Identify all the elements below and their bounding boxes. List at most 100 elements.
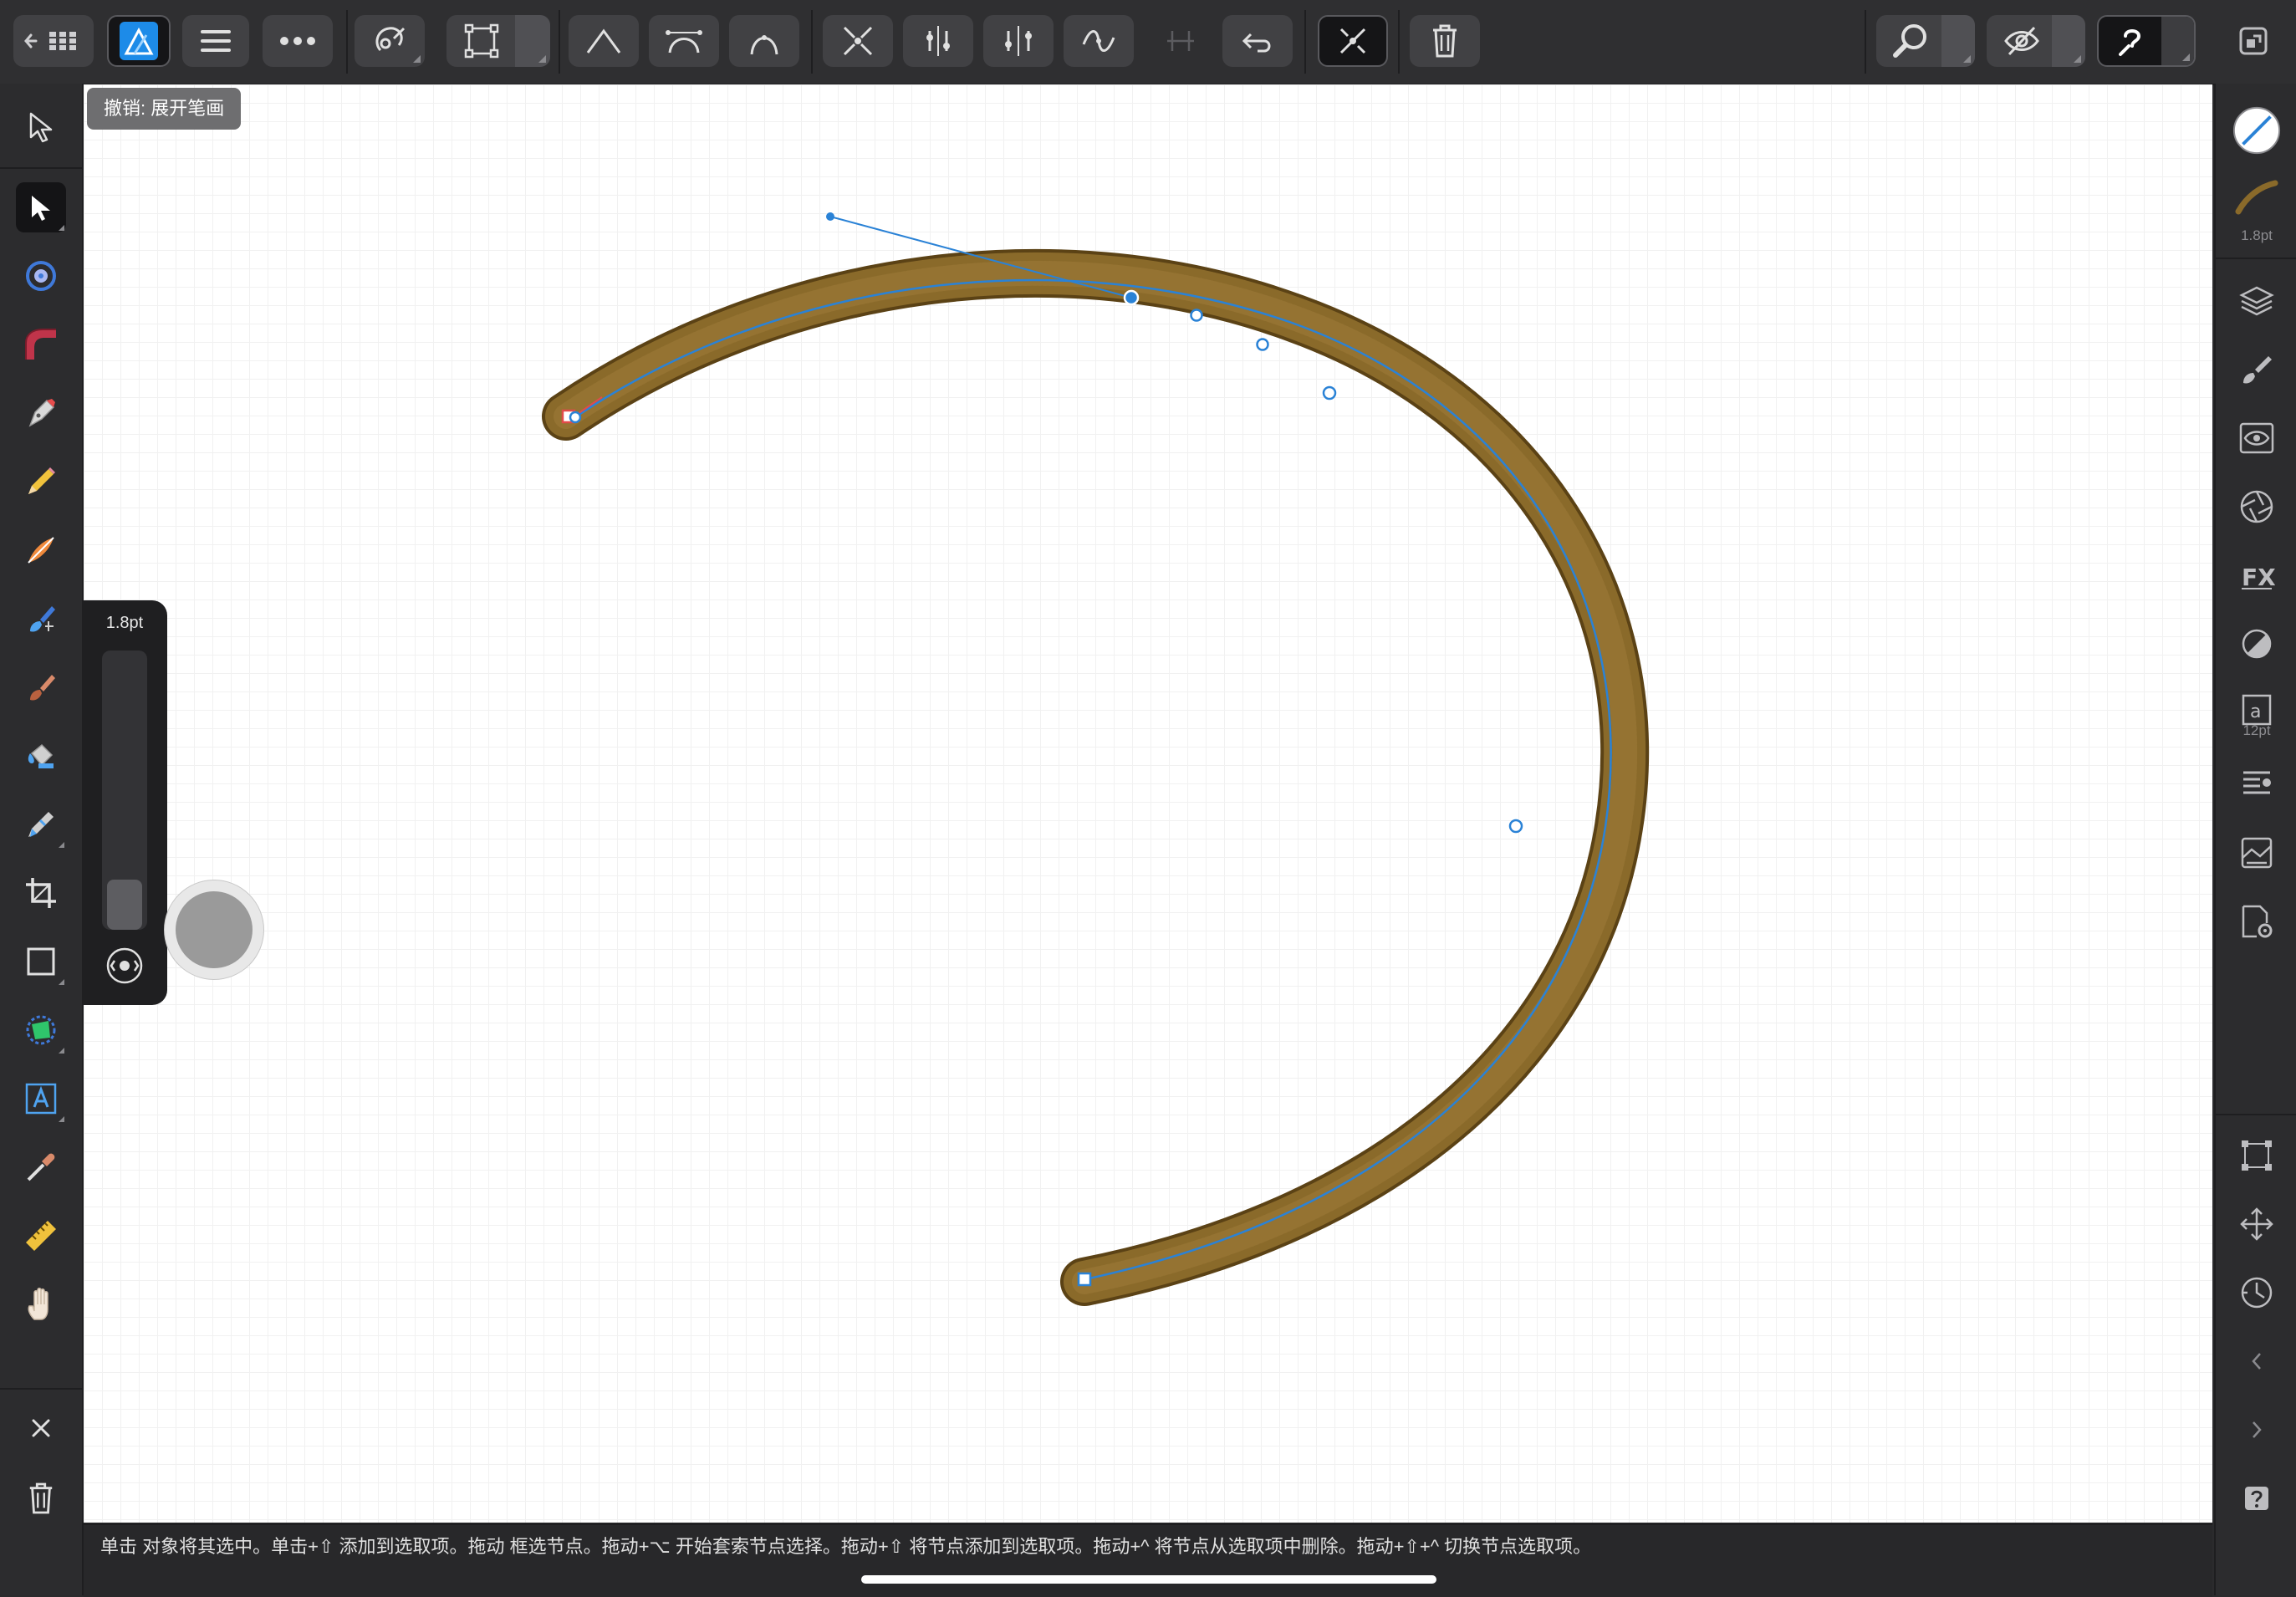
document-panel-button[interactable] [2232, 896, 2282, 946]
align-nodes-button[interactable] [903, 15, 973, 67]
delete-node-button[interactable] [1410, 15, 1480, 67]
join-curves-icon [1167, 31, 1194, 51]
fullscreen-button[interactable] [2226, 15, 2281, 67]
pixel-brush-tool[interactable] [16, 594, 66, 644]
stroke-brush-icon [2235, 180, 2278, 215]
move-panel-button[interactable] [2232, 1199, 2282, 1249]
color-panel-button[interactable] [2232, 105, 2282, 156]
corner-tool[interactable] [16, 251, 66, 301]
brush-size-label: 1.8pt [105, 614, 144, 632]
text-tool[interactable] [16, 1074, 66, 1124]
pencil-tool[interactable] [16, 457, 66, 507]
menu-button[interactable] [182, 15, 249, 67]
back-to-documents-icon [24, 32, 76, 50]
help-panel-button[interactable] [2232, 1473, 2282, 1523]
tools-panel [0, 84, 84, 1595]
gradient-panel-button[interactable] [2232, 619, 2282, 669]
effects-panel-button[interactable] [2232, 413, 2282, 463]
selected-node [1123, 289, 1140, 306]
join-curves-button [1145, 15, 1216, 67]
zoom-icon [1893, 24, 1926, 58]
document-canvas[interactable]: 撤销: 展开笔画 [84, 84, 2212, 1523]
context-close-button[interactable] [16, 1403, 66, 1453]
stroke-panel-button[interactable] [2232, 172, 2282, 222]
brush-size-slider[interactable] [102, 651, 147, 930]
fill-tool[interactable] [16, 731, 66, 781]
transparency-tool[interactable] [16, 799, 66, 850]
brushes-panel-button[interactable] [2232, 344, 2282, 395]
hand-tool[interactable] [16, 1279, 66, 1329]
context-help-text: 单击 对象将其选中。单击+⇧ 添加到选取项。拖动 框选节点。拖动+⌥ 开始套索节… [100, 1536, 1592, 1557]
shape-icon [26, 1015, 56, 1045]
affinity-designer-persona-icon [120, 22, 158, 60]
convert-to-smooth-icon [1082, 30, 1115, 52]
view-mode-button[interactable] [1987, 15, 2085, 67]
styles-icon [2241, 837, 2273, 869]
color-swatch-icon [2232, 106, 2281, 155]
sharp-node-button[interactable] [569, 15, 639, 67]
brush-icon [2243, 356, 2272, 384]
chevron-right-icon [2253, 1421, 2262, 1438]
vector-brush-tool[interactable] [16, 525, 66, 575]
fx-panel-button[interactable]: FX [2232, 550, 2282, 600]
hand-icon [28, 1288, 48, 1320]
shape-tool[interactable] [16, 1005, 66, 1055]
paint-brush-tool[interactable] [16, 662, 66, 712]
pen-tool[interactable] [16, 388, 66, 438]
rectangle-tool[interactable] [16, 936, 66, 987]
transform-icon [2242, 1140, 2272, 1171]
crop-tool[interactable] [16, 868, 66, 918]
question-icon [2245, 1487, 2268, 1510]
transform-mode-button[interactable] [446, 15, 550, 67]
measure-tool[interactable] [16, 1211, 66, 1261]
break-curve-button[interactable] [823, 15, 893, 67]
node [569, 411, 582, 424]
gradient-tool[interactable] [16, 319, 66, 370]
snapping-button[interactable] [355, 15, 425, 67]
command-controller-button[interactable] [164, 880, 264, 980]
node-tool[interactable] [16, 182, 66, 232]
reverse-curve-button[interactable] [1222, 15, 1293, 67]
help-button[interactable] [2097, 15, 2196, 67]
more-icon [280, 37, 315, 45]
expand-right-button[interactable] [2232, 1405, 2282, 1455]
text-frame-icon [25, 1083, 57, 1115]
distribute-nodes-button[interactable] [983, 15, 1054, 67]
move-tool[interactable] [16, 102, 66, 152]
history-panel-button[interactable] [2232, 1268, 2282, 1318]
zoom-button[interactable] [1876, 15, 1975, 67]
paragraph-icon [2243, 771, 2271, 794]
undo-notification: 撤销: 展开笔画 [87, 88, 242, 130]
show-stroke-handles-icon [1339, 28, 1366, 54]
styles-panel-button[interactable] [2232, 828, 2282, 878]
node [1256, 338, 1269, 351]
paragraph-panel-button[interactable] [2232, 759, 2282, 809]
color-picker-tool[interactable] [16, 1142, 66, 1192]
stroke-width-label: 1.8pt [2241, 227, 2273, 243]
fill-bucket-icon [28, 743, 54, 768]
eyedropper-icon [27, 1153, 55, 1181]
persona-button[interactable] [107, 15, 171, 67]
convert-to-smooth-button[interactable] [1064, 15, 1134, 67]
slider-toggle-button[interactable] [102, 943, 147, 988]
smart-node-button[interactable] [729, 15, 799, 67]
home-indicator[interactable] [861, 1575, 1436, 1584]
curve-artwork[interactable] [84, 84, 2212, 1523]
corner-tool-icon [26, 261, 56, 291]
more-button[interactable] [263, 15, 333, 67]
documents-button[interactable] [13, 15, 94, 67]
reverse-curve-icon [1242, 33, 1271, 53]
pressure-toggle-icon [106, 947, 143, 984]
context-delete-button[interactable] [16, 1473, 66, 1523]
appearance-panel-button[interactable] [2232, 482, 2282, 532]
transform-mode-icon [464, 23, 499, 59]
arrow-pointer-icon [29, 112, 53, 143]
smooth-node-button[interactable] [649, 15, 719, 67]
collapse-left-button[interactable] [2232, 1336, 2282, 1386]
paint-brush-icon [30, 675, 55, 701]
show-stroke-handles-button[interactable] [1318, 15, 1388, 67]
transform-panel-button[interactable] [2232, 1130, 2282, 1181]
pencil-icon [28, 467, 55, 494]
layers-panel-button[interactable] [2232, 276, 2282, 326]
rectangle-icon [27, 947, 55, 976]
